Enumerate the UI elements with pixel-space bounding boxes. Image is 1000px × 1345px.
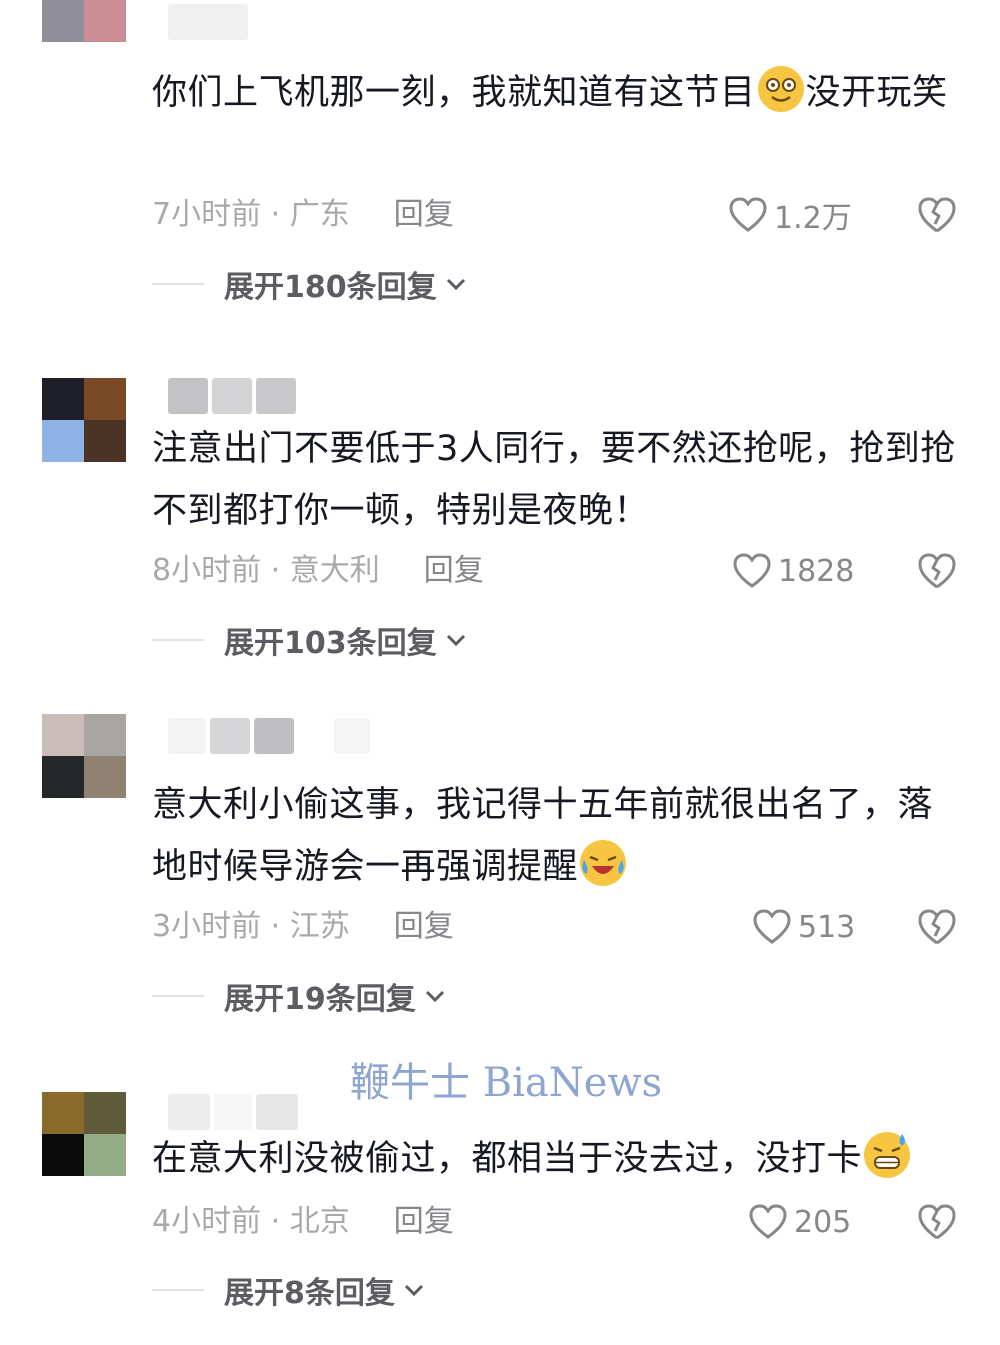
like-count: 513 — [798, 909, 856, 945]
like-count: 1828 — [778, 553, 855, 589]
reply-button[interactable]: 回复 — [394, 1204, 454, 1239]
like-count: 1.2万 — [774, 201, 852, 236]
chevron-down-icon — [425, 990, 444, 1003]
chevron-down-icon — [446, 278, 465, 291]
avatar[interactable] — [42, 714, 126, 798]
avatar-pixel — [84, 0, 126, 42]
avatar-pixel — [42, 420, 84, 462]
username-blurred[interactable] — [168, 718, 370, 754]
crying-laughing-emoji-icon — [580, 840, 627, 886]
divider-line — [152, 283, 204, 285]
expand-replies-button[interactable]: 展开19条回复 — [152, 976, 446, 1017]
broken-heart-icon[interactable] — [916, 550, 958, 592]
avatar-pixel — [84, 714, 126, 756]
avatar-pixel — [42, 0, 84, 42]
avatar-pixel — [84, 378, 126, 420]
like-count: 205 — [794, 1204, 852, 1240]
avatar-pixel — [84, 420, 126, 462]
comment-text: 注意出门不要低于3人同行，要不然还抢呢，抢到抢不到都打你一顿，特别是夜晚！ — [152, 429, 956, 531]
username-blurred[interactable] — [168, 4, 248, 40]
heart-icon — [733, 553, 771, 588]
comment-meta: 8小时前 · 意大利 回复 — [152, 551, 484, 591]
like-button[interactable]: 205 — [748, 1202, 851, 1242]
username-blurred[interactable] — [168, 1094, 298, 1130]
chevron-down-icon — [446, 634, 465, 647]
divider-line — [152, 639, 204, 641]
comment-meta: 4小时前 · 北京 回复 — [152, 1202, 454, 1242]
like-button[interactable]: 1.2万 — [728, 195, 852, 236]
avatar-pixel — [42, 756, 84, 798]
time-location: 3小时前 · 江苏 — [152, 909, 350, 944]
divider-line — [152, 1289, 204, 1291]
avatar-pixel — [42, 1134, 84, 1176]
avatar[interactable] — [42, 0, 126, 42]
avatar-pixel — [84, 756, 126, 798]
avatar[interactable] — [42, 1092, 126, 1176]
heart-icon — [729, 197, 767, 232]
avatar-pixel — [84, 1134, 126, 1176]
avatar-pixel — [84, 1092, 126, 1134]
comment-text: 你们上飞机那一刻，我就知道有这节目 没开玩笑 — [152, 62, 967, 124]
avatar-pixel — [42, 378, 84, 420]
avatar[interactable] — [42, 378, 126, 462]
comment-meta: 7小时前 · 广东 回复 — [152, 195, 454, 235]
time-location: 4小时前 · 北京 — [152, 1204, 350, 1239]
watermark-logo: 鞭牛士 BiaNews — [350, 1060, 663, 1106]
expand-replies-button[interactable]: 展开180条回复 — [152, 264, 467, 305]
avatar-pixel — [42, 714, 84, 756]
divider-line — [152, 995, 204, 997]
sweat-grin-emoji-icon — [864, 1132, 911, 1178]
expand-replies-button[interactable]: 展开103条回复 — [152, 620, 467, 661]
heart-icon — [753, 909, 791, 944]
reply-button[interactable]: 回复 — [394, 909, 454, 944]
comment-text: 在意大利没被偷过，都相当于没去过，没打卡 — [152, 1128, 967, 1190]
username-blurred[interactable] — [168, 378, 296, 414]
comment-meta: 3小时前 · 江苏 回复 — [152, 907, 454, 947]
avatar-pixel — [42, 1092, 84, 1134]
broken-heart-icon[interactable] — [916, 1201, 958, 1243]
expand-replies-button[interactable]: 展开8条回复 — [152, 1270, 425, 1311]
broken-heart-icon[interactable] — [916, 906, 958, 948]
comment-text: 意大利小偷这事，我记得十五年前就很出名了，落地时候导游会一再强调提醒 — [152, 785, 934, 887]
chevron-down-icon — [404, 1284, 423, 1297]
like-button[interactable]: 513 — [752, 907, 855, 947]
broken-heart-icon[interactable] — [916, 194, 958, 236]
heart-icon — [749, 1204, 787, 1239]
time-location: 7小时前 · 广东 — [152, 197, 350, 232]
reply-button[interactable]: 回复 — [394, 197, 454, 232]
reply-button[interactable]: 回复 — [424, 553, 484, 588]
dizzy-smile-emoji-icon — [757, 66, 804, 112]
like-button[interactable]: 1828 — [732, 551, 854, 591]
time-location: 8小时前 · 意大利 — [152, 553, 380, 588]
